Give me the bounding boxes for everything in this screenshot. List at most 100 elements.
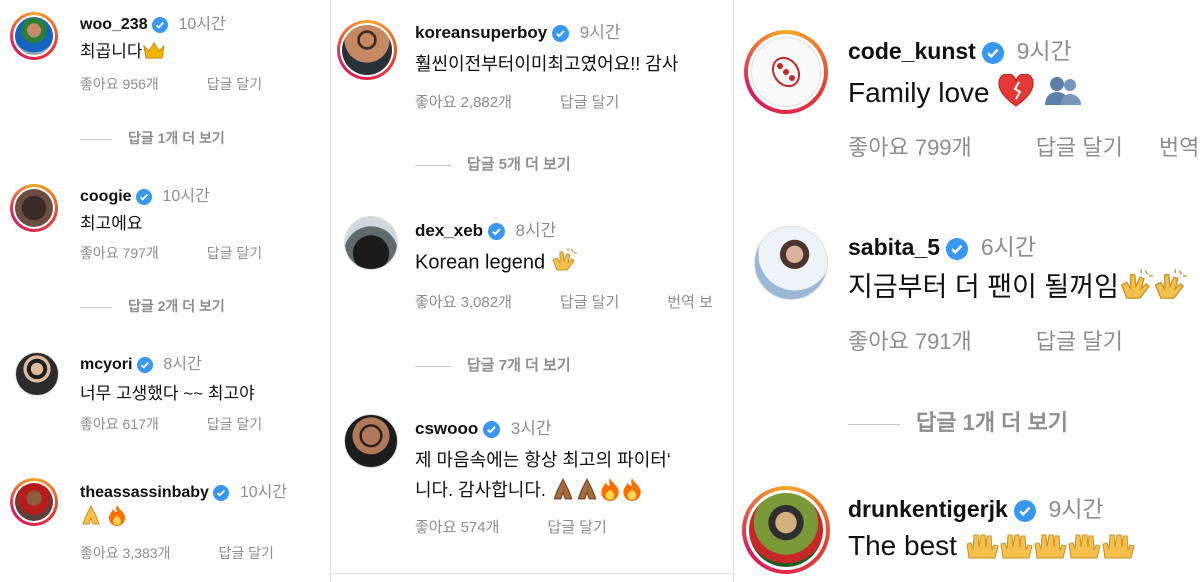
raised-hands-icon	[999, 528, 1033, 567]
raised-hands-icon	[1067, 528, 1101, 567]
username-text[interactable]: drunkentigerjk	[848, 496, 1008, 522]
username[interactable]: woo_238 10시간	[80, 10, 226, 34]
username-text[interactable]: theassassinbaby	[80, 484, 209, 501]
username-text[interactable]: sabita_5	[848, 234, 940, 260]
translate-button[interactable]: 번역 보	[667, 294, 713, 311]
username[interactable]: sabita_5 6시간	[848, 228, 1036, 262]
comment-body: 최곱니다	[80, 42, 143, 61]
pray-icon	[575, 477, 599, 506]
view-replies-button[interactable]: 답글 1개 더 보기	[848, 405, 1068, 437]
timestamp: 10시간	[162, 188, 210, 205]
like-count[interactable]: 좋아요 3,383개	[80, 545, 170, 561]
reply-button[interactable]: 답글 달기	[560, 294, 619, 311]
username-text[interactable]: dex_xeb	[415, 221, 483, 240]
username[interactable]: theassassinbaby 10시간	[80, 478, 287, 502]
username-text[interactable]: coogie	[80, 188, 132, 205]
divider	[331, 573, 733, 574]
view-replies-label[interactable]: 답글 1개 더 보기	[916, 410, 1068, 435]
pray-icon	[80, 504, 102, 531]
reply-button[interactable]: 답글 달기	[560, 94, 619, 111]
username-text[interactable]: cswooo	[415, 419, 478, 438]
avatar[interactable]	[10, 12, 58, 60]
avatar[interactable]	[344, 414, 398, 468]
username[interactable]: koreansuperboy 9시간	[415, 18, 620, 43]
view-replies-label[interactable]: 답글 7개 더 보기	[467, 357, 571, 374]
username[interactable]: drunkentigerjk 9시간	[848, 490, 1104, 524]
comment-panel-right: code_kunst 9시간 Family love 좋아요 799개 답글 달기…	[733, 0, 1200, 582]
view-replies-button[interactable]: 답글 2개 더 보기	[80, 296, 225, 316]
translate-button[interactable]: 번역	[1159, 135, 1199, 160]
verified-badge-icon	[136, 188, 153, 205]
comment-text: 제 마음속에는 항상 최고의 파이터‘	[415, 450, 671, 470]
view-replies-button[interactable]: 답글 7개 더 보기	[415, 354, 571, 375]
timestamp: 9시간	[1016, 38, 1072, 64]
raised-hands-icon	[965, 528, 999, 567]
comment-meta: 좋아요 791개 답글 달기	[848, 324, 1171, 356]
username[interactable]: mcyori 8시간	[80, 350, 202, 374]
avatar[interactable]	[15, 352, 59, 396]
timestamp: 9시간	[1048, 496, 1104, 522]
comment-meta: 좋아요 797개 답글 달기	[80, 243, 310, 263]
comment-meta: 좋아요 574개 답글 달기	[415, 516, 655, 537]
view-replies-label[interactable]: 답글 1개 더 보기	[128, 130, 225, 146]
avatar[interactable]	[744, 30, 828, 114]
like-count[interactable]: 좋아요 574개	[415, 519, 499, 536]
username-text[interactable]: mcyori	[80, 356, 132, 373]
comment-meta: 좋아요 799개 답글 달기 번역	[848, 130, 1200, 162]
like-count[interactable]: 좋아요 3,082개	[415, 294, 512, 311]
divider-line	[415, 365, 451, 367]
comment-meta: 좋아요 956개 답글 달기	[80, 74, 310, 94]
timestamp: 8시간	[163, 356, 202, 373]
divider-line	[80, 138, 112, 140]
timestamp: 6시간	[980, 234, 1036, 260]
view-replies-label[interactable]: 답글 2개 더 보기	[128, 298, 225, 314]
username-text[interactable]: koreansuperboy	[415, 23, 547, 42]
avatar[interactable]	[742, 486, 830, 574]
avatar[interactable]	[754, 226, 828, 300]
view-replies-button[interactable]: 답글 1개 더 보기	[80, 128, 225, 148]
avatar[interactable]	[10, 478, 58, 526]
username-text[interactable]: woo_238	[80, 16, 148, 33]
timestamp: 10시간	[178, 16, 226, 33]
comment-text: Family love	[848, 73, 1083, 115]
like-count[interactable]: 좋아요 2,882개	[415, 94, 512, 111]
avatar[interactable]	[10, 184, 58, 232]
view-replies-label[interactable]: 답글 5개 더 보기	[467, 156, 571, 173]
comment-meta: 좋아요 2,882개 답글 달기	[415, 91, 667, 112]
like-count[interactable]: 좋아요 617개	[80, 416, 159, 432]
reply-button[interactable]: 답글 달기	[547, 519, 606, 536]
people-icon	[1043, 75, 1083, 114]
comment-text: 훨씬이전부터이미최고였어요!! 감사	[415, 54, 679, 74]
like-count[interactable]: 좋아요 956개	[80, 76, 159, 92]
comment-body: 지금부터 더 팬이 될꺼임	[848, 272, 1119, 302]
reply-button[interactable]: 답글 달기	[218, 545, 273, 561]
username-text[interactable]: code_kunst	[848, 38, 976, 64]
verified-badge-icon	[483, 421, 501, 439]
divider-line	[848, 423, 900, 425]
avatar[interactable]	[337, 20, 397, 80]
username[interactable]: code_kunst 9시간	[848, 32, 1072, 66]
reply-button[interactable]: 답글 달기	[207, 245, 262, 261]
reply-button[interactable]: 답글 달기	[207, 76, 262, 92]
reply-button[interactable]: 답글 달기	[1036, 135, 1123, 160]
comment-text: 너무 고생했다 ~~ 최고야	[80, 384, 255, 403]
like-count[interactable]: 좋아요 797개	[80, 245, 159, 261]
username[interactable]: dex_xeb 8시간	[415, 216, 556, 241]
comment-text	[80, 504, 127, 531]
username[interactable]: cswooo 3시간	[415, 414, 552, 439]
crown-icon	[142, 41, 165, 64]
avatar[interactable]	[344, 216, 398, 270]
username[interactable]: coogie 10시간	[80, 182, 210, 206]
timestamp: 9시간	[579, 23, 621, 42]
view-replies-button[interactable]: 답글 5개 더 보기	[415, 153, 571, 174]
like-count[interactable]: 좋아요 799개	[848, 135, 972, 160]
divider-line	[415, 164, 451, 166]
like-count[interactable]: 좋아요 791개	[848, 329, 972, 354]
reply-button[interactable]: 답글 달기	[207, 416, 262, 432]
verified-badge-icon	[1014, 499, 1037, 522]
comment-body: Korean legend	[415, 251, 546, 274]
fire-icon	[107, 504, 127, 531]
heart-icon	[997, 73, 1035, 115]
comment-meta: 좋아요 3,383개 답글 달기	[80, 543, 322, 563]
reply-button[interactable]: 답글 달기	[1036, 329, 1123, 354]
